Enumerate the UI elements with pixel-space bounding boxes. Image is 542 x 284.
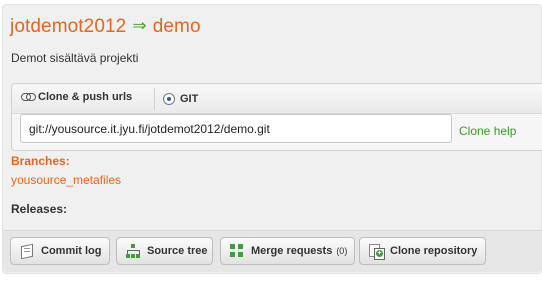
merge-icon [229,243,245,259]
project-name-link[interactable]: demo [153,16,201,37]
commit-icon [19,243,35,259]
clone-icon: + [368,243,385,260]
commit-log-button[interactable]: Commit log [10,237,110,265]
tab-clone-push-urls-label: Clone & push urls [38,91,133,103]
merge-requests-button[interactable]: Merge requests (0) [220,237,355,265]
tab-clone-push-urls[interactable]: Clone & push urls [21,91,132,103]
radio-selected-icon[interactable] [163,93,175,105]
tab-git-label: GIT [180,93,199,105]
clone-repository-label: Clone repository [390,245,478,257]
tab-git[interactable]: GIT [154,88,198,110]
branch-link[interactable]: yousource_metafiles [11,173,121,187]
bottom-toolbar: Commit log Source tree Merge requests (0… [3,230,542,272]
clone-tabs: Clone & push urls GIT [12,84,542,114]
clone-help-link[interactable]: Clone help [459,124,516,138]
branches-label: Branches: [11,154,70,168]
clone-box: Clone & push urls GIT Clone help [11,83,542,151]
clone-url-input[interactable] [20,114,452,143]
merge-requests-label: Merge requests [251,245,333,257]
source-tree-label: Source tree [147,245,208,257]
arrow-icon: ⇒ [132,16,147,35]
source-tree-button[interactable]: Source tree [116,237,213,265]
project-description: Demot sisältävä projekti [11,51,139,65]
clone-repository-button[interactable]: + Clone repository [359,237,486,265]
page-title: jotdemot2012 ⇒ demo [10,16,201,38]
commit-log-label: Commit log [41,245,102,257]
releases-label: Releases: [11,202,68,216]
merge-requests-count: (0) [336,246,348,256]
owner-link[interactable]: jotdemot2012 [10,16,126,37]
tree-icon [125,243,141,259]
chain-link-icon [21,93,36,101]
